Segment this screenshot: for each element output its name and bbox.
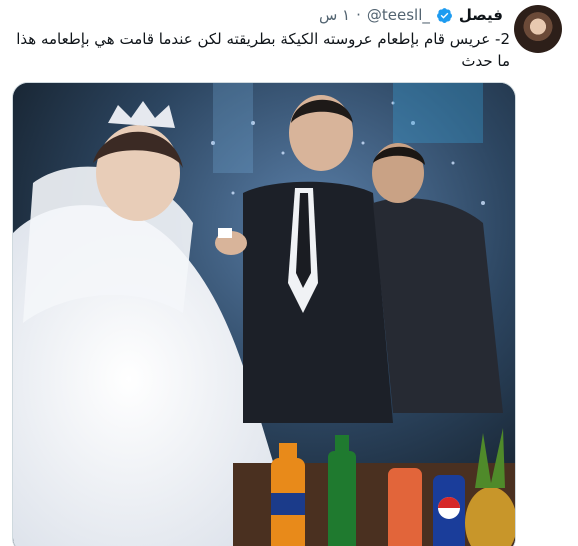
tweet-header: فيصل @teesll_ · ١ س [319,6,503,24]
tweet-container: فيصل @teesll_ · ١ س 2- عريس قام بإطعام ع… [0,0,578,546]
tweet-media-video[interactable] [12,82,516,546]
verified-badge-icon [436,7,453,24]
author-name[interactable]: فيصل [459,6,503,24]
video-frame-image [13,83,515,546]
tweet-timestamp[interactable]: ١ س [319,6,350,24]
separator-dot: · [356,6,361,24]
tweet-text: 2- عريس قام بإطعام عروسته الكيكة بطريقته… [16,30,510,70]
avatar[interactable] [514,5,562,53]
author-handle[interactable]: @teesll_ [367,6,430,24]
